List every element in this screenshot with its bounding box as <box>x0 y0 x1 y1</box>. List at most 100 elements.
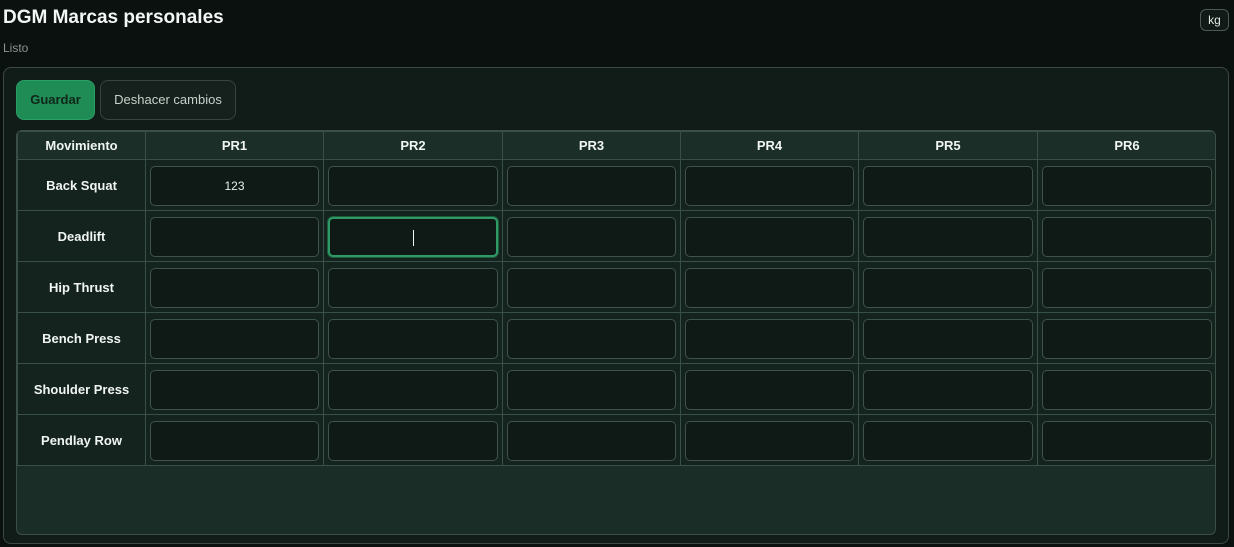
pr-cell <box>680 312 859 364</box>
pr-input[interactable] <box>150 369 319 410</box>
pr-input[interactable] <box>150 318 319 359</box>
unit-toggle[interactable]: kg <box>1200 9 1229 31</box>
page-title: DGM Marcas personales <box>3 7 224 28</box>
column-header-pr5: PR5 <box>858 131 1038 160</box>
pr-input[interactable] <box>507 369 676 410</box>
save-button[interactable]: Guardar <box>16 80 95 120</box>
pr-cell <box>323 414 503 466</box>
pr-cell <box>502 159 681 211</box>
pr-cell <box>1037 261 1215 313</box>
column-header-pr4: PR4 <box>680 131 859 160</box>
pr-cell <box>145 159 324 211</box>
pr-input[interactable] <box>328 165 498 206</box>
table-header-row: Movimiento PR1 PR2 PR3 PR4 PR5 PR6 <box>17 131 1215 160</box>
pr-table: Movimiento PR1 PR2 PR3 PR4 PR5 PR6 Back … <box>17 131 1215 466</box>
column-header-pr2: PR2 <box>323 131 503 160</box>
pr-cell <box>680 414 859 466</box>
table-body: Back SquatDeadliftHip ThrustBench PressS… <box>17 159 1215 466</box>
pr-cell <box>502 414 681 466</box>
pr-input[interactable] <box>685 165 854 206</box>
table-row: Deadlift <box>17 210 1215 262</box>
pr-cell <box>680 363 859 415</box>
pr-input[interactable] <box>150 267 319 308</box>
column-header-pr6: PR6 <box>1037 131 1215 160</box>
movement-label: Deadlift <box>17 210 146 262</box>
pr-input[interactable] <box>1042 267 1212 308</box>
pr-input[interactable] <box>328 420 498 461</box>
table-row: Hip Thrust <box>17 261 1215 313</box>
pr-input[interactable] <box>507 318 676 359</box>
pr-input[interactable] <box>863 165 1033 206</box>
pr-input[interactable] <box>328 267 498 308</box>
movement-label: Hip Thrust <box>17 261 146 313</box>
pr-input[interactable] <box>1042 318 1212 359</box>
pr-cell <box>1037 312 1215 364</box>
table-row: Bench Press <box>17 312 1215 364</box>
pr-cell <box>145 312 324 364</box>
pr-cell <box>145 363 324 415</box>
pr-input[interactable] <box>1042 216 1212 257</box>
pr-input[interactable] <box>863 420 1033 461</box>
pr-cell <box>680 159 859 211</box>
pr-input[interactable] <box>863 216 1033 257</box>
pr-input[interactable] <box>507 165 676 206</box>
pr-input[interactable] <box>507 216 676 257</box>
movement-label: Bench Press <box>17 312 146 364</box>
pr-cell <box>858 414 1038 466</box>
pr-cell <box>145 414 324 466</box>
pr-cell <box>502 261 681 313</box>
pr-input[interactable] <box>685 318 854 359</box>
pr-cell <box>858 363 1038 415</box>
pr-cell <box>858 261 1038 313</box>
pr-input[interactable] <box>685 420 854 461</box>
pr-cell <box>145 210 324 262</box>
status-text: Listo <box>3 41 29 55</box>
pr-cell <box>680 210 859 262</box>
movement-label: Pendlay Row <box>17 414 146 466</box>
pr-input[interactable] <box>507 420 676 461</box>
pr-input[interactable] <box>1042 369 1212 410</box>
pr-table-container: Movimiento PR1 PR2 PR3 PR4 PR5 PR6 Back … <box>16 130 1216 535</box>
column-header-pr1: PR1 <box>145 131 324 160</box>
pr-cell <box>858 159 1038 211</box>
movement-label: Shoulder Press <box>17 363 146 415</box>
pr-input[interactable] <box>863 267 1033 308</box>
pr-input[interactable] <box>507 267 676 308</box>
pr-input[interactable] <box>685 369 854 410</box>
pr-cell <box>1037 159 1215 211</box>
pr-cell <box>323 312 503 364</box>
pr-input[interactable] <box>1042 165 1212 206</box>
table-row: Shoulder Press <box>17 363 1215 415</box>
pr-cell <box>502 312 681 364</box>
pr-cell <box>323 363 503 415</box>
column-header-movement: Movimiento <box>17 131 146 160</box>
undo-changes-button[interactable]: Deshacer cambios <box>100 80 236 120</box>
pr-cell <box>1037 210 1215 262</box>
pr-cell <box>680 261 859 313</box>
pr-input[interactable] <box>328 369 498 410</box>
pr-input[interactable] <box>150 165 319 206</box>
pr-input[interactable] <box>150 216 319 257</box>
pr-cell <box>323 261 503 313</box>
pr-cell <box>323 159 503 211</box>
pr-cell <box>502 363 681 415</box>
pr-cell <box>145 261 324 313</box>
pr-input[interactable] <box>685 267 854 308</box>
pr-input[interactable] <box>685 216 854 257</box>
pr-input[interactable] <box>150 420 319 461</box>
pr-input[interactable] <box>1042 420 1212 461</box>
table-row: Back Squat <box>17 159 1215 211</box>
pr-input[interactable] <box>328 318 498 359</box>
pr-cell <box>858 210 1038 262</box>
pr-cell <box>502 210 681 262</box>
movement-label: Back Squat <box>17 159 146 211</box>
main-panel: Guardar Deshacer cambios Movimiento PR1 … <box>3 67 1229 544</box>
table-row: Pendlay Row <box>17 414 1215 466</box>
pr-input[interactable] <box>863 369 1033 410</box>
text-caret <box>413 229 414 246</box>
column-header-pr3: PR3 <box>502 131 681 160</box>
pr-cell <box>1037 363 1215 415</box>
pr-cell <box>858 312 1038 364</box>
pr-cell <box>1037 414 1215 466</box>
pr-input[interactable] <box>863 318 1033 359</box>
